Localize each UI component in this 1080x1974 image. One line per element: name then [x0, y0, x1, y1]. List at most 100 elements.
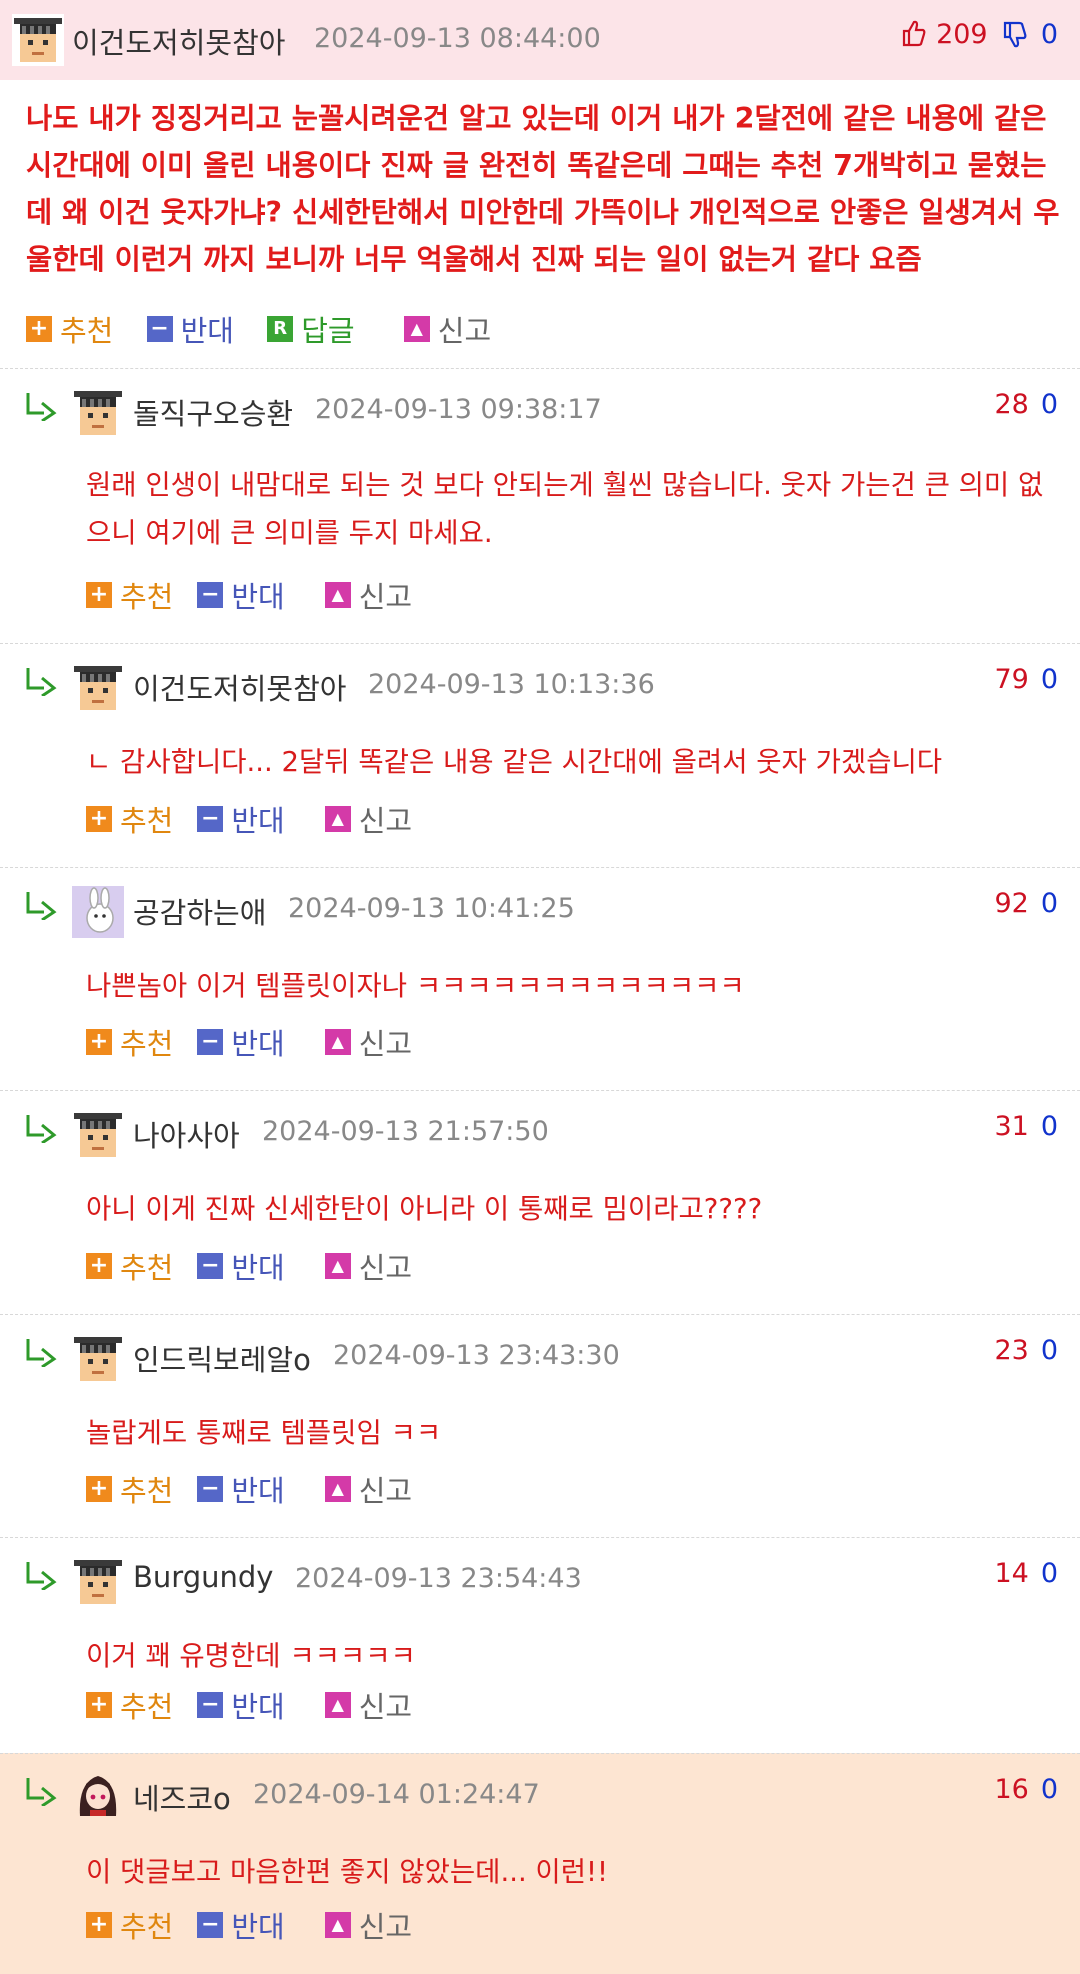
comment-up-count[interactable]: 79: [994, 664, 1028, 695]
oppose-button[interactable]: − 반대: [197, 798, 285, 840]
oppose-button[interactable]: − 반대: [146, 308, 234, 350]
siren-icon: ▲: [324, 1253, 351, 1279]
reply-button[interactable]: R 답글: [267, 308, 355, 350]
minus-icon: −: [197, 1253, 224, 1279]
comment-item: 돌직구오승환 2024-09-13 09:38:17 28 0 원래 인생이 내맘대로 …: [0, 368, 1080, 644]
comment-author[interactable]: 돌직구오승환: [133, 391, 293, 433]
oppose-button[interactable]: − 반대: [197, 1021, 285, 1063]
recommend-button[interactable]: + 추천: [26, 308, 113, 350]
recommend-button[interactable]: + 추천: [86, 1904, 173, 1946]
oppose-button[interactable]: − 반대: [197, 1904, 285, 1946]
comment-date: 2024-09-13 09:38:17: [315, 394, 602, 425]
comment-votes: 28 0: [994, 389, 1058, 420]
comment-up-count[interactable]: 92: [994, 888, 1028, 919]
report-button[interactable]: ▲ 신고: [403, 308, 491, 350]
comment-down-count[interactable]: 0: [1041, 888, 1058, 919]
post-votes: 209 0: [901, 19, 1058, 50]
comment-date: 2024-09-13 21:57:50: [262, 1116, 549, 1147]
comment-down-count[interactable]: 0: [1041, 1774, 1058, 1805]
anime-avatar-icon[interactable]: [76, 1772, 120, 1818]
reply-arrow-icon: [26, 393, 57, 421]
comment-actions: + 추천 − 반대 ▲ 신고: [86, 574, 436, 616]
pixel-avatar-icon[interactable]: [12, 14, 64, 66]
plus-icon: +: [86, 806, 112, 832]
comment-author[interactable]: 네즈코o: [133, 1776, 231, 1818]
oppose-button[interactable]: − 반대: [197, 574, 285, 616]
comment-text: 놀랍게도 통째로 템플릿임 ㅋㅋ: [86, 1417, 442, 1449]
post-author[interactable]: 이건도저히못참아: [72, 20, 285, 62]
report-button[interactable]: ▲ 신고: [324, 798, 412, 840]
report-button[interactable]: ▲ 신고: [324, 1904, 412, 1946]
comment-item: 인드릭보레알o 2024-09-13 23:43:30 23 0 놀랍게도 통째로 템플…: [0, 1314, 1080, 1538]
siren-icon: ▲: [324, 582, 351, 608]
plus-icon: +: [86, 1253, 112, 1279]
pixel-avatar-icon[interactable]: [72, 1333, 124, 1385]
comment-up-count[interactable]: 31: [994, 1111, 1028, 1142]
minus-icon: −: [197, 1692, 224, 1718]
comment-item: 네즈코o 2024-09-14 01:24:47 16 0 이 댓글보고 마음한편 좋지…: [0, 1753, 1080, 1974]
comment-actions: + 추천 − 반대 ▲ 신고: [86, 1021, 436, 1063]
comment-text: 원래 인생이 내맘대로 되는 것 보다 안되는게 훨씬 많습니다. 웃자 가는건…: [86, 469, 1044, 549]
pixel-avatar-icon[interactable]: [72, 387, 124, 439]
minus-icon: −: [146, 316, 173, 342]
report-button[interactable]: ▲ 신고: [324, 1021, 412, 1063]
pixel-avatar-icon[interactable]: [72, 1109, 124, 1161]
reply-arrow-icon: [26, 1115, 57, 1143]
comment-down-count[interactable]: 0: [1041, 1335, 1058, 1366]
comment-down-count[interactable]: 0: [1041, 1111, 1058, 1142]
comment-date: 2024-09-13 23:43:30: [333, 1340, 620, 1371]
comment-down-count[interactable]: 0: [1041, 389, 1058, 420]
comment-item: 공감하는애 2024-09-13 10:41:25 92 0 나쁜놈아 이거 템플릿이자…: [0, 867, 1080, 1091]
comment-up-count[interactable]: 16: [994, 1774, 1028, 1805]
recommend-button[interactable]: + 추천: [86, 574, 173, 616]
pixel-avatar-icon[interactable]: [72, 662, 124, 714]
comment-actions: + 추천 − 반대 ▲ 신고: [86, 1468, 436, 1510]
comment-author[interactable]: 나아사아: [133, 1113, 240, 1155]
comment-actions: + 추천 − 반대 ▲ 신고: [86, 1245, 436, 1287]
comment-votes: 23 0: [994, 1335, 1058, 1366]
recommend-button[interactable]: + 추천: [86, 1684, 173, 1726]
comment-author[interactable]: 인드릭보레알o: [133, 1337, 311, 1379]
recommend-button[interactable]: + 추천: [86, 798, 173, 840]
report-button[interactable]: ▲ 신고: [324, 574, 412, 616]
post-date: 2024-09-13 08:44:00: [314, 23, 601, 54]
comment-up-count[interactable]: 14: [994, 1558, 1028, 1589]
recommend-button[interactable]: + 추천: [86, 1021, 173, 1063]
reply-arrow-icon: [26, 1562, 57, 1590]
comment-date: 2024-09-13 10:13:36: [368, 669, 655, 700]
recommend-button[interactable]: + 추천: [86, 1468, 173, 1510]
plus-icon: +: [86, 1912, 112, 1938]
pixel-avatar-icon[interactable]: [72, 1556, 124, 1608]
post-down-count: 0: [1040, 19, 1058, 50]
minus-icon: −: [197, 1029, 224, 1055]
comment-down-count[interactable]: 0: [1041, 1558, 1058, 1589]
thumb-down-icon[interactable]: [1002, 21, 1028, 49]
comment-up-count[interactable]: 23: [994, 1335, 1028, 1366]
bunny-avatar-icon[interactable]: [72, 886, 124, 938]
comment-author[interactable]: Burgundy: [133, 1560, 273, 1594]
comment-up-count[interactable]: 28: [994, 389, 1028, 420]
post-body: 나도 내가 징징거리고 눈꼴시려운건 알고 있는데 이거 내가 2달전에 같은 …: [0, 80, 1080, 368]
comment-author[interactable]: 공감하는애: [133, 890, 266, 932]
comment-date: 2024-09-13 10:41:25: [288, 893, 575, 924]
post-header: 이건도저히못참아 2024-09-13 08:44:00 209 0: [0, 0, 1080, 80]
comment-down-count[interactable]: 0: [1041, 664, 1058, 695]
post-up-count: 209: [936, 19, 988, 50]
report-button[interactable]: ▲ 신고: [324, 1684, 412, 1726]
report-button[interactable]: ▲ 신고: [324, 1245, 412, 1287]
post-text: 나도 내가 징징거리고 눈꼴시려운건 알고 있는데 이거 내가 2달전에 같은 …: [26, 102, 1060, 276]
comment-text: 아니 이게 진짜 신세한탄이 아니라 이 통째로 밈이라고????: [86, 1193, 763, 1225]
comment-date: 2024-09-13 23:54:43: [295, 1563, 582, 1594]
comment-votes: 79 0: [994, 664, 1058, 695]
oppose-button[interactable]: − 반대: [197, 1468, 285, 1510]
comment-author[interactable]: 이건도저히못참아: [133, 666, 346, 708]
recommend-button[interactable]: + 추천: [86, 1245, 173, 1287]
thumb-up-icon[interactable]: [901, 19, 927, 47]
reply-arrow-icon: [26, 668, 57, 696]
report-button[interactable]: ▲ 신고: [324, 1468, 412, 1510]
plus-icon: +: [86, 1476, 112, 1502]
comment-actions: + 추천 − 반대 ▲ 신고: [86, 1684, 436, 1726]
comment-actions: + 추천 − 반대 ▲ 신고: [86, 798, 436, 840]
oppose-button[interactable]: − 반대: [197, 1684, 285, 1726]
oppose-button[interactable]: − 반대: [197, 1245, 285, 1287]
